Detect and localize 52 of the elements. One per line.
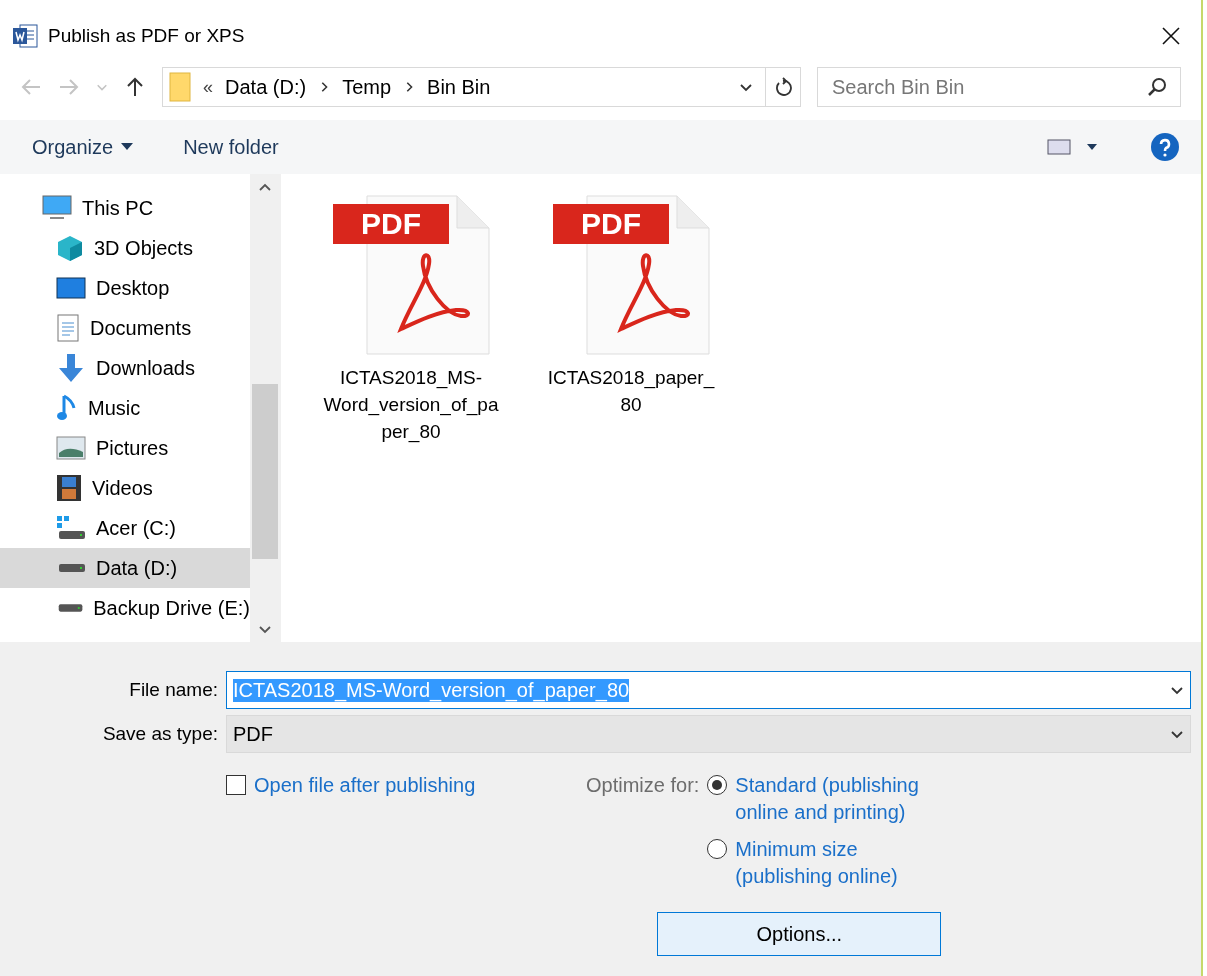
breadcrumb[interactable]: Data (D:)	[225, 75, 307, 99]
drive-icon	[56, 602, 84, 614]
field-label: Save as type:	[101, 723, 218, 745]
help-icon[interactable]	[1151, 133, 1179, 161]
nav-item[interactable]: This PC	[0, 188, 250, 228]
search-icon	[1147, 77, 1167, 97]
organize-menu-button[interactable]: Organize	[32, 135, 134, 159]
checkbox[interactable]	[226, 775, 246, 795]
file-type-dropdown[interactable]: PDF	[226, 715, 1191, 753]
music-note-icon	[56, 393, 78, 423]
document-icon	[56, 314, 80, 342]
nav-item[interactable]: Music	[0, 388, 250, 428]
breadcrumb[interactable]: Temp	[342, 75, 392, 99]
scrollbar[interactable]	[250, 174, 280, 642]
nav-item[interactable]: Backup Drive (E:)	[0, 588, 250, 628]
film-icon	[56, 474, 82, 502]
caret-down-icon	[121, 143, 134, 151]
field-label: File name:	[128, 679, 218, 701]
options-button[interactable]: Options...	[657, 912, 942, 956]
nav-item[interactable]: Documents	[0, 308, 250, 348]
nav-item[interactable]: Videos	[0, 468, 250, 508]
file-name[interactable]: ICTAS2018_paper_80	[543, 364, 719, 418]
close-icon	[1161, 26, 1181, 46]
new-folder-button[interactable]: New folder	[183, 135, 279, 159]
radio-label[interactable]: Minimum size (publishing online)	[735, 836, 946, 890]
file-name[interactable]: ICTAS2018_MS-Word_version_of_paper_80	[323, 364, 499, 445]
search-field[interactable]: Search Bin Bin	[817, 67, 1181, 107]
download-arrow-icon	[56, 353, 86, 383]
refresh-icon	[774, 77, 792, 97]
nav-item[interactable]: Desktop	[0, 268, 250, 308]
cube-icon	[56, 234, 84, 262]
computer-icon	[42, 195, 72, 221]
window-title: Publish as PDF or XPS	[48, 25, 246, 47]
drive-icon	[56, 515, 86, 541]
optimize-label: Optimize for:	[586, 773, 700, 798]
desktop-icon	[56, 277, 86, 299]
breadcrumb[interactable]: Bin Bin	[427, 75, 491, 99]
folder-icon	[169, 72, 191, 102]
drive-icon	[56, 562, 86, 574]
address-bar[interactable]: « Data (D:) Temp Bin Bin	[162, 67, 801, 107]
word-app-icon	[12, 24, 38, 48]
nav-item[interactable]: Downloads	[0, 348, 250, 388]
checkbox-label[interactable]: Open file after publishing	[254, 772, 476, 799]
nav-item[interactable]: 3D Objects	[0, 228, 250, 268]
radio-button[interactable]	[707, 775, 728, 795]
nav-item[interactable]: Acer (C:)	[0, 508, 250, 548]
radio-button[interactable]	[707, 839, 728, 859]
radio-label[interactable]: Standard (publishing online and printing)	[735, 772, 946, 826]
nav-item[interactable]: Pictures	[0, 428, 250, 468]
picture-icon	[56, 436, 86, 460]
nav-item[interactable]: Data (D:)	[0, 548, 250, 588]
overflow-chevron[interactable]: «	[203, 76, 213, 98]
